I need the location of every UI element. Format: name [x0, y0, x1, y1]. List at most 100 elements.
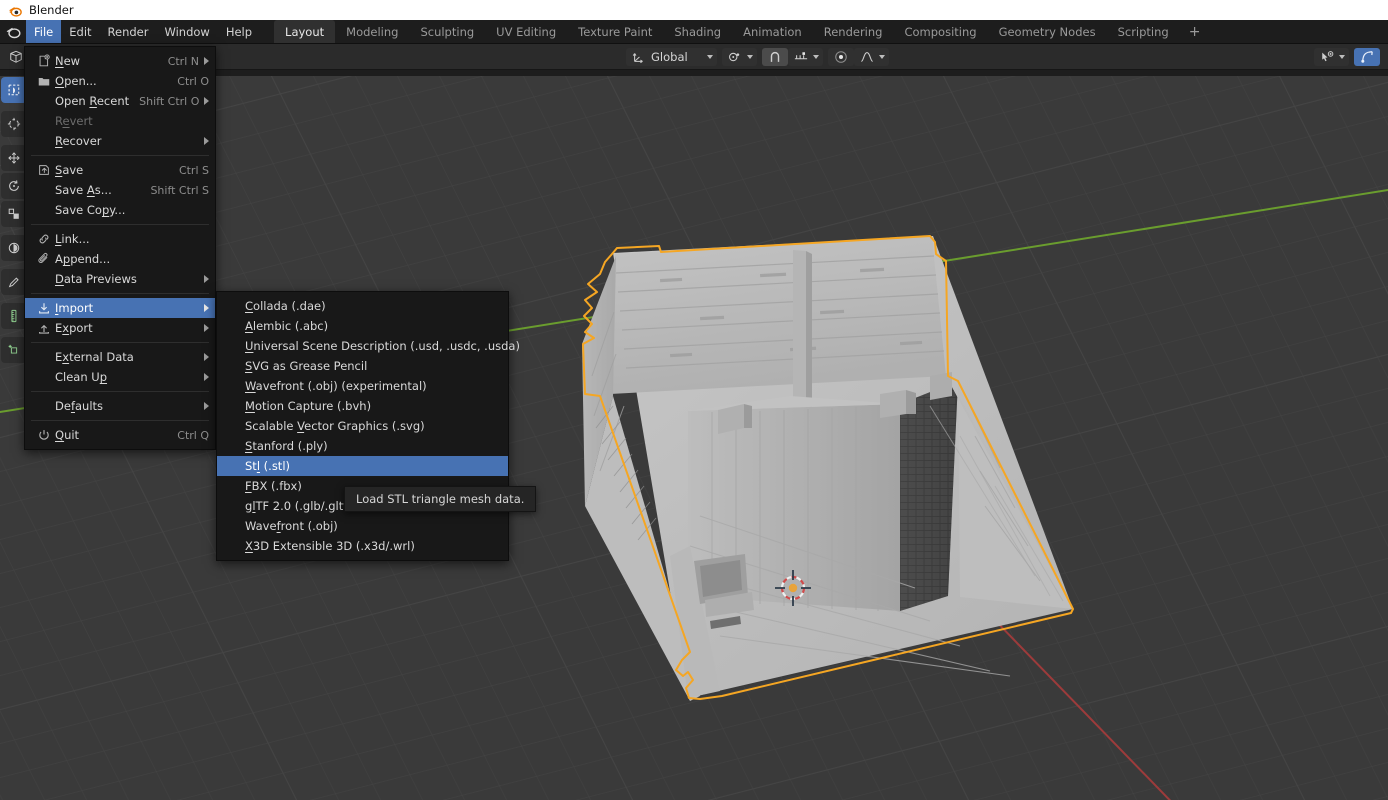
rotate-icon [6, 178, 22, 194]
cursor-3d-icon [6, 116, 22, 132]
add-cube-icon [6, 342, 22, 358]
app-logo-button[interactable] [0, 20, 26, 43]
eye-cursor-icon [1319, 49, 1335, 65]
menu-item-label: Universal Scene Description (.usd, .usdc… [245, 339, 520, 353]
workspace-tab-layout[interactable]: Layout [274, 20, 335, 43]
file-menu-item-open-recent[interactable]: Open RecentShift Ctrl O [25, 91, 215, 111]
import-item-scalable-vector-graphics-svg[interactable]: Scalable Vector Graphics (.svg) [217, 416, 508, 436]
window-titlebar: Blender [0, 0, 1388, 20]
menu-item-shortcut: Ctrl N [158, 55, 199, 68]
menu-item-label: Wavefront (.obj) (experimental) [245, 379, 502, 393]
menu-separator [31, 342, 209, 343]
workspace-tab-animation[interactable]: Animation [732, 20, 813, 43]
menu-item-label: SVG as Grease Pencil [245, 359, 502, 373]
menu-item-label: Revert [55, 114, 209, 128]
workspace-tab-compositing[interactable]: Compositing [893, 20, 987, 43]
workspace-tab-texture-paint[interactable]: Texture Paint [567, 20, 663, 43]
import-item-stl-stl[interactable]: Stl (.stl) [217, 456, 508, 476]
move-icon [6, 150, 22, 166]
menu-separator [31, 391, 209, 392]
workspace-tab-shading[interactable]: Shading [663, 20, 732, 43]
editor-3dview-icon [8, 49, 24, 65]
menu-item-label: Stl (.stl) [245, 459, 502, 473]
import-item-svg-as-grease-pencil[interactable]: SVG as Grease Pencil [217, 356, 508, 376]
folder-open-icon [33, 74, 55, 88]
scale-icon [6, 206, 22, 222]
file-menu-item-external-data[interactable]: External Data [25, 347, 215, 367]
pivot-point-icon [727, 49, 743, 65]
menu-item-label: Open... [55, 74, 167, 88]
menu-item-label: Wavefront (.obj) [245, 519, 502, 533]
file-menu-item-save-as[interactable]: Save As...Shift Ctrl S [25, 180, 215, 200]
menu-item-label: Open Recent [55, 94, 129, 108]
file-menu-item-recover[interactable]: Recover [25, 131, 215, 151]
import-submenu[interactable]: Collada (.dae) Alembic (.abc) Universal Sc… [216, 291, 509, 561]
workspace-tab-sculpting[interactable]: Sculpting [409, 20, 485, 43]
menu-item-label: Save As... [55, 183, 140, 197]
tooltip-text: Load STL triangle mesh data. [356, 492, 524, 506]
import-item-stanford-ply[interactable]: Stanford (.ply) [217, 436, 508, 456]
menu-item-label: Save [55, 163, 169, 177]
menu-item-shortcut: Shift Ctrl O [129, 95, 199, 108]
chevron-down-icon [1339, 55, 1345, 59]
import-item-alembic-abc[interactable]: Alembic (.abc) [217, 316, 508, 336]
workspace-tab-scripting[interactable]: Scripting [1107, 20, 1180, 43]
import-item-universal-scene-description-usd-usdc-usda[interactable]: Universal Scene Description (.usd, .usdc… [217, 336, 508, 356]
topbar-menu-help[interactable]: Help [218, 20, 260, 43]
paperclip-icon [33, 252, 55, 266]
add-workspace-button[interactable]: + [1180, 20, 1210, 43]
file-menu-item-open[interactable]: Open...Ctrl O [25, 71, 215, 91]
file-menu-item-save[interactable]: SaveCtrl S [25, 160, 215, 180]
topbar-menu-window[interactable]: Window [156, 20, 217, 43]
pivot-point-dropdown[interactable] [722, 48, 757, 66]
chevron-down-icon [707, 55, 713, 59]
file-menu-item-quit[interactable]: QuitCtrl Q [25, 425, 215, 445]
topbar-menu-render[interactable]: Render [100, 20, 157, 43]
export-arrow-icon [33, 321, 55, 335]
snap-magnet-toggle[interactable] [762, 48, 788, 66]
falloff-dropdown[interactable] [854, 48, 889, 66]
menu-item-shortcut: Ctrl O [167, 75, 209, 88]
topbar-menu-file[interactable]: File [26, 20, 61, 43]
import-item-wavefront-obj-experimental[interactable]: Wavefront (.obj) (experimental) [217, 376, 508, 396]
file-menu-item-export[interactable]: Export [25, 318, 215, 338]
power-icon [33, 428, 55, 442]
gizmo-icon [1359, 49, 1375, 65]
menu-item-label: Save Copy... [55, 203, 209, 217]
proportional-editing-toggle[interactable] [828, 48, 854, 66]
file-menu-dropdown[interactable]: NewCtrl NOpen...Ctrl OOpen RecentShift C… [24, 46, 216, 450]
proportional-edit-icon [833, 49, 849, 65]
workspace-tab-rendering[interactable]: Rendering [813, 20, 894, 43]
file-menu-item-clean-up[interactable]: Clean Up [25, 367, 215, 387]
import-item-collada-dae[interactable]: Collada (.dae) [217, 296, 508, 316]
file-menu-item-import[interactable]: Import [25, 298, 215, 318]
menu-item-label: Stanford (.ply) [245, 439, 502, 453]
file-menu-item-data-previews[interactable]: Data Previews [25, 269, 215, 289]
file-menu-item-save-copy[interactable]: Save Copy... [25, 200, 215, 220]
gizmo-toggle[interactable] [1354, 48, 1380, 66]
snap-to-dropdown[interactable] [788, 48, 823, 66]
submenu-arrow-icon [204, 324, 209, 332]
file-menu-item-link[interactable]: Link... [25, 229, 215, 249]
transform-orientation-dropdown[interactable]: Global [626, 48, 717, 66]
import-item-motion-capture-bvh[interactable]: Motion Capture (.bvh) [217, 396, 508, 416]
menu-item-label: Alembic (.abc) [245, 319, 502, 333]
menu-item-label: Motion Capture (.bvh) [245, 399, 502, 413]
file-menu-item-append[interactable]: Append... [25, 249, 215, 269]
topbar-menu-edit[interactable]: Edit [61, 20, 99, 43]
submenu-arrow-icon [204, 275, 209, 283]
workspace-tab-geometry-nodes[interactable]: Geometry Nodes [988, 20, 1107, 43]
import-item-x3d-extensible-3d-x3d-wrl[interactable]: X3D Extensible 3D (.x3d/.wrl) [217, 536, 508, 556]
file-menu-item-defaults[interactable]: Defaults [25, 396, 215, 416]
import-item-wavefront-obj[interactable]: Wavefront (.obj) [217, 516, 508, 536]
falloff-curve-icon [859, 49, 875, 65]
menu-separator [31, 420, 209, 421]
blender-logo-icon [5, 24, 21, 40]
menu-separator [31, 293, 209, 294]
menu-item-label: New [55, 54, 158, 68]
workspace-tab-modeling[interactable]: Modeling [335, 20, 409, 43]
transform-orientation-label: Global [651, 50, 703, 64]
workspace-tab-uv-editing[interactable]: UV Editing [485, 20, 567, 43]
visibility-dropdown[interactable] [1314, 48, 1349, 66]
file-menu-item-new[interactable]: NewCtrl N [25, 51, 215, 71]
